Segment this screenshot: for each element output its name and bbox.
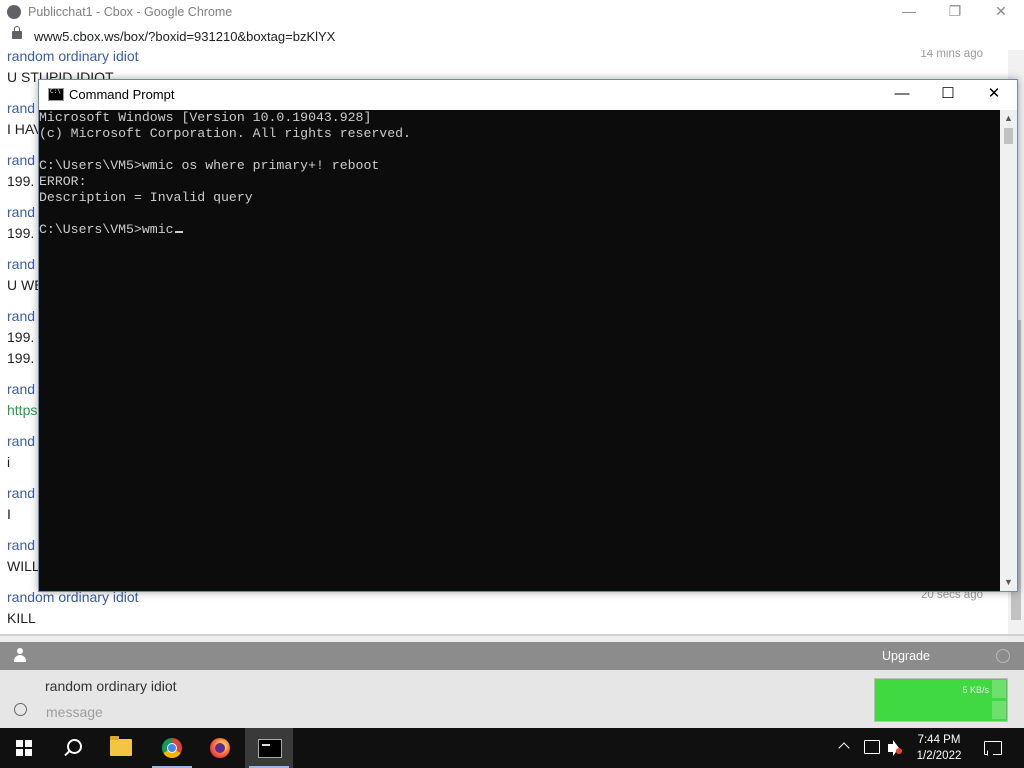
taskbar-chrome[interactable] [148,728,196,768]
command-prompt-window: Command Prompt — ☐ ✕ Microsoft Windows [… [38,79,1018,592]
message-time: 14 mins ago [920,50,983,60]
search-button[interactable] [48,728,96,768]
console-prompt-line: C:\Users\VM5>wmic [39,222,1000,238]
chevron-up-icon[interactable] [838,742,850,754]
cmd-minimize-button[interactable]: — [879,80,925,110]
status-circle-icon[interactable] [996,649,1010,663]
console-line: (c) Microsoft Corporation. All rights re… [39,126,411,141]
cmd-app-icon [48,88,64,101]
cmd-maximize-button[interactable]: ☐ [925,80,971,110]
volume-icon[interactable] [888,740,899,756]
address-bar[interactable]: www5.cbox.ws/box/?boxid=931210&boxtag=bz… [0,24,1024,51]
url-text[interactable]: www5.cbox.ws/box/?boxid=931210&boxtag=bz… [34,29,335,44]
user-icon[interactable] [14,648,26,662]
taskbar: 7:44 PM 1/2/2022 [0,728,1024,768]
text-cursor [174,231,183,233]
cmd-scrollbar-thumb[interactable] [1004,128,1013,144]
scroll-up-icon[interactable]: ▲ [1000,110,1017,127]
lock-icon[interactable] [12,26,22,39]
notification-icon[interactable] [984,741,1002,755]
widget-down-button[interactable] [992,701,1006,719]
message-input[interactable] [44,703,828,721]
console-line: C:\Users\VM5>wmic os where primary+! reb… [39,158,380,173]
taskbar-clock[interactable]: 7:44 PM 1/2/2022 [912,732,966,764]
start-button[interactable] [0,728,48,768]
folder-icon [110,736,132,756]
browser-title: Publicchat1 - Cbox - Google Chrome [28,5,233,19]
taskbar-firefox[interactable] [196,728,244,768]
taskbar-file-explorer[interactable] [98,728,146,768]
chat-userbar: Upgrade [0,642,1024,670]
cmd-titlebar[interactable]: Command Prompt — ☐ ✕ [39,80,1017,110]
cmd-title: Command Prompt [69,87,175,102]
chat-compose: random ordinary idiot [0,670,1024,728]
browser-minimize-button[interactable]: — [886,0,932,24]
network-speed-widget: 5 KB/s [874,678,1008,722]
search-icon [67,739,82,754]
globe-icon [7,5,21,19]
cmd-close-button[interactable]: ✕ [971,80,1017,110]
message-text: KILL [7,610,36,626]
compose-username[interactable]: random ordinary idiot [45,678,177,694]
browser-titlebar: Publicchat1 - Cbox - Google Chrome — ❐ ✕ [0,0,1024,24]
scroll-down-icon[interactable]: ▼ [1000,574,1017,591]
chat-message: random ordinary idiot KILL 20 secs ago [7,589,997,626]
console-input[interactable]: C:\Users\VM5>wmic [39,222,174,237]
console-line: Microsoft Windows [Version 10.0.19043.92… [39,110,372,125]
console-line: ERROR: [39,174,87,189]
muted-badge-icon [896,748,902,754]
cmd-scrollbar[interactable]: ▲ ▼ [1000,110,1017,591]
network-icon[interactable] [864,740,880,754]
chrome-icon [162,738,182,758]
widget-up-button[interactable] [992,680,1006,698]
smiley-icon[interactable] [14,703,27,716]
windows-icon [16,740,32,756]
network-speed: 5 KB/s [962,685,989,695]
console-line: Description = Invalid query [39,190,253,205]
clock-date: 1/2/2022 [916,750,962,762]
browser-close-button[interactable]: ✕ [978,0,1024,24]
clock-time: 7:44 PM [917,734,961,746]
browser-restore-button[interactable]: ❐ [932,0,978,24]
taskbar-command-prompt[interactable] [245,728,293,768]
cmd-console[interactable]: Microsoft Windows [Version 10.0.19043.92… [39,110,1000,591]
firefox-icon [210,738,230,758]
message-author[interactable]: random ordinary idiot [7,50,997,64]
upgrade-link[interactable]: Upgrade [882,649,930,663]
cmd-icon [258,739,282,758]
